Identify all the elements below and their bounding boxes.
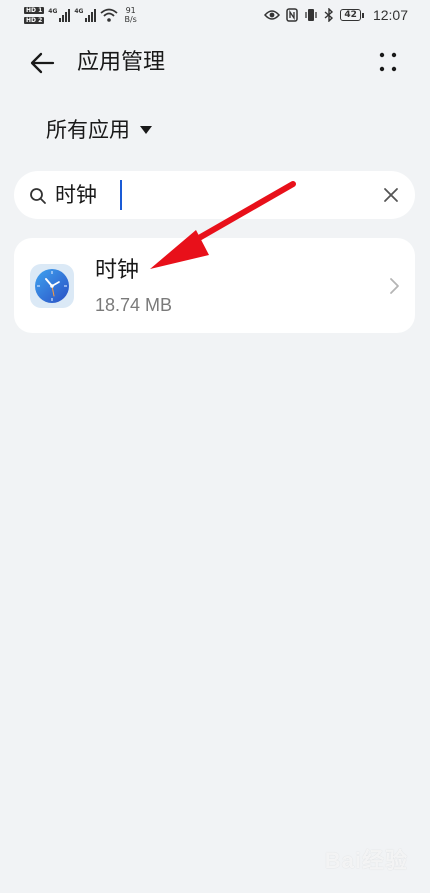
app-size: 18.74 MB <box>95 295 173 315</box>
clock-app-icon <box>30 264 74 308</box>
signal-icon: 4G <box>74 8 97 22</box>
app-name: 时钟 <box>95 258 140 283</box>
watermark-logo: Bai经验 <box>324 848 408 873</box>
chevron-right-icon <box>390 278 399 294</box>
sim1-label: HD 1 <box>24 6 45 14</box>
status-time: 12:07 <box>372 7 408 23</box>
signal-icon: 4G <box>48 8 71 22</box>
battery-icon: 42 <box>340 9 364 21</box>
nfc-icon <box>286 8 299 22</box>
more-options-icon[interactable] <box>376 50 400 74</box>
app-bar: 应用管理 <box>0 38 430 88</box>
back-arrow-icon[interactable] <box>28 49 56 77</box>
status-bar: HD 1 HD 2 4G 4G 91 B/s 42 12:07 <box>0 0 430 30</box>
app-filter-dropdown[interactable]: 所有应用 <box>46 116 152 144</box>
app-list-item[interactable]: 时钟 18.74 MB <box>14 238 415 333</box>
page-title: 应用管理 <box>77 50 166 75</box>
eye-icon <box>264 10 281 20</box>
vibrate-icon <box>305 9 318 21</box>
search-icon <box>30 188 46 204</box>
network-speed: 91 B/s <box>124 6 137 24</box>
filter-label: 所有应用 <box>46 118 130 142</box>
wifi-icon <box>100 8 119 22</box>
search-field[interactable]: 时钟 <box>14 171 415 219</box>
sim2-label: HD 2 <box>24 16 45 24</box>
status-bar-left: HD 1 HD 2 4G 4G 91 B/s <box>24 3 137 27</box>
text-cursor <box>120 180 122 210</box>
dropdown-triangle-icon <box>140 126 152 134</box>
search-input[interactable]: 时钟 <box>55 181 97 209</box>
status-bar-right: 42 12:07 <box>264 5 408 25</box>
close-icon[interactable] <box>382 186 400 204</box>
bluetooth-icon <box>324 8 334 22</box>
